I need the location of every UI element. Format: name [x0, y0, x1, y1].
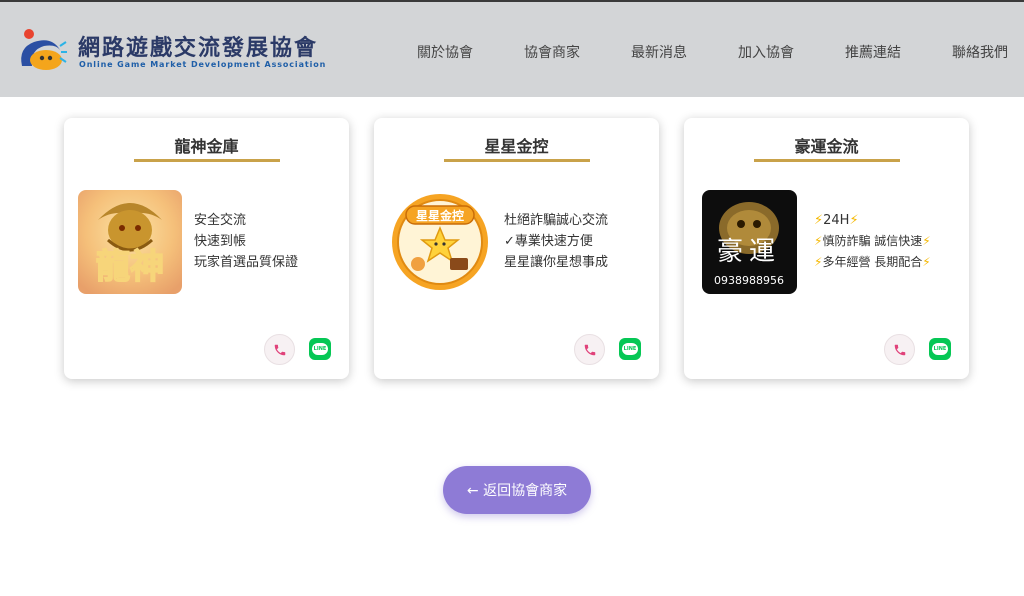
phone-icon	[894, 344, 905, 355]
nav-item-join[interactable]: 加入協會	[738, 42, 794, 62]
bolt-icon: ⚡	[922, 234, 931, 248]
feature-line: 星星讓你星想事成	[504, 255, 609, 270]
line-icon: LINE	[932, 343, 948, 355]
line-button[interactable]: LINE	[929, 338, 951, 360]
nav-item-about[interactable]: 關於協會	[417, 42, 473, 62]
line-button[interactable]: LINE	[309, 338, 331, 360]
feature-line: ⚡24H⚡	[814, 213, 859, 228]
card-title: 龍神金庫	[174, 137, 239, 156]
title-underline	[754, 159, 900, 162]
title-underline	[134, 159, 280, 162]
card-title: 豪運金流	[794, 137, 859, 156]
bolt-icon: ⚡	[814, 213, 824, 228]
back-to-merchants-button[interactable]: ← 返回協會商家	[443, 466, 591, 514]
phone-button[interactable]	[574, 334, 605, 365]
svg-text:0938988956: 0938988956	[714, 274, 784, 287]
card-features: ⚡24H⚡ ⚡慎防詐騙 誠信快速⚡ ⚡多年經營 長期配合⚡	[814, 210, 964, 273]
nav-item-contact[interactable]: 聯絡我們	[952, 42, 1008, 62]
phone-button[interactable]	[884, 334, 915, 365]
merchant-logo: 豪運 0938988956	[702, 190, 797, 294]
svg-text:星星金控: 星星金控	[416, 208, 464, 223]
feature-line: ✓專業快速方便	[504, 234, 593, 249]
line-button[interactable]: LINE	[619, 338, 641, 360]
feature-line: ⚡慎防詐騙 誠信快速⚡	[814, 234, 931, 248]
card-title: 星星金控	[484, 137, 549, 156]
site-header: 網路遊戲交流發展協會 Online Game Market Developmen…	[0, 0, 1024, 97]
svg-text:龍神: 龍神	[96, 247, 164, 287]
merchant-card: 星星金控 星星金控 杜絕詐騙誠心交流 ✓專業快速方便 星星讓你星想事成 LINE	[374, 118, 659, 379]
svg-text:豪運: 豪運	[717, 237, 781, 267]
main-nav: 關於協會 協會商家 最新消息 加入協會 推薦連結 聯絡我們	[0, 42, 1024, 62]
nav-item-merchants[interactable]: 協會商家	[524, 42, 580, 62]
merchant-logo: 龍神	[78, 190, 182, 294]
bolt-icon: ⚡	[922, 255, 931, 269]
phone-button[interactable]	[264, 334, 295, 365]
feature-line: 玩家首選品質保證	[194, 255, 299, 270]
merchant-logo: 星星金控	[388, 190, 492, 294]
nav-item-news[interactable]: 最新消息	[631, 42, 687, 62]
phone-icon	[584, 344, 595, 355]
card-features: 安全交流 快速到帳 玩家首選品質保證	[194, 210, 344, 273]
nav-item-links[interactable]: 推薦連結	[845, 42, 901, 62]
feature-line: 安全交流	[194, 213, 247, 228]
phone-icon	[274, 344, 285, 355]
feature-line: 杜絕詐騙誠心交流	[504, 213, 609, 228]
card-features: 杜絕詐騙誠心交流 ✓專業快速方便 星星讓你星想事成	[504, 210, 654, 273]
title-underline	[444, 159, 590, 162]
feature-line: ⚡多年經營 長期配合⚡	[814, 255, 931, 269]
line-icon: LINE	[312, 343, 328, 355]
bolt-icon: ⚡	[849, 213, 859, 228]
feature-line: 快速到帳	[194, 234, 247, 249]
line-icon: LINE	[622, 343, 638, 355]
merchant-card: 豪運金流 豪運 0938988956 ⚡24H⚡ ⚡慎防詐騙 誠信快速⚡ ⚡多年…	[684, 118, 969, 379]
merchant-card: 龍神金庫 龍神 安全交流 快速到帳 玩家首選品質保證 LINE	[64, 118, 349, 379]
